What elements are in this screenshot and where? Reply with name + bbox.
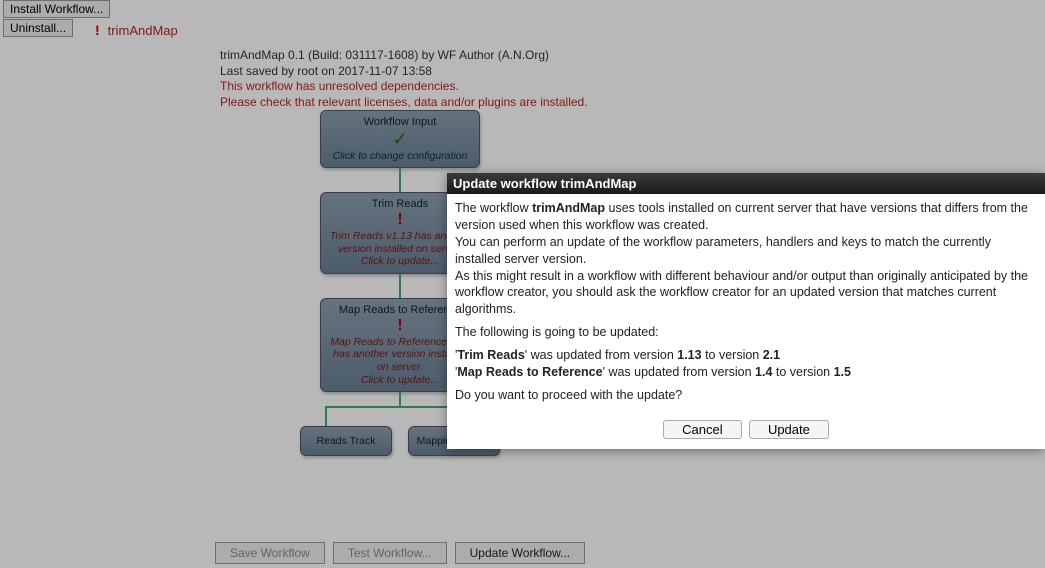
update-item-name: Map Reads to Reference xyxy=(457,365,602,379)
update-to-version: 2.1 xyxy=(763,348,780,362)
update-from-version: 1.4 xyxy=(755,365,772,379)
dialog-text: You can perform an update of the workflo… xyxy=(455,235,991,266)
update-item-name: Trim Reads xyxy=(457,348,524,362)
dialog-title: Update workflow trimAndMap xyxy=(447,173,1045,194)
dialog-text: to version xyxy=(772,365,833,379)
update-dialog: Update workflow trimAndMap The workflow … xyxy=(447,173,1045,449)
update-button[interactable]: Update xyxy=(749,420,829,439)
dialog-text: As this might result in a workflow with … xyxy=(455,269,1028,317)
dialog-text: to version xyxy=(702,348,763,362)
dialog-text: ' was updated from version xyxy=(603,365,755,379)
update-to-version: 1.5 xyxy=(834,365,851,379)
dialog-wf-name: trimAndMap xyxy=(532,201,605,215)
dialog-body: The workflow trimAndMap uses tools insta… xyxy=(447,194,1045,416)
cancel-button[interactable]: Cancel xyxy=(663,420,741,439)
dialog-text: Do you want to proceed with the update? xyxy=(455,387,1037,404)
dialog-text: ' was updated from version xyxy=(525,348,677,362)
update-from-version: 1.13 xyxy=(677,348,701,362)
dialog-text: The following is going to be updated: xyxy=(455,324,1037,341)
dialog-text: The workflow xyxy=(455,201,532,215)
